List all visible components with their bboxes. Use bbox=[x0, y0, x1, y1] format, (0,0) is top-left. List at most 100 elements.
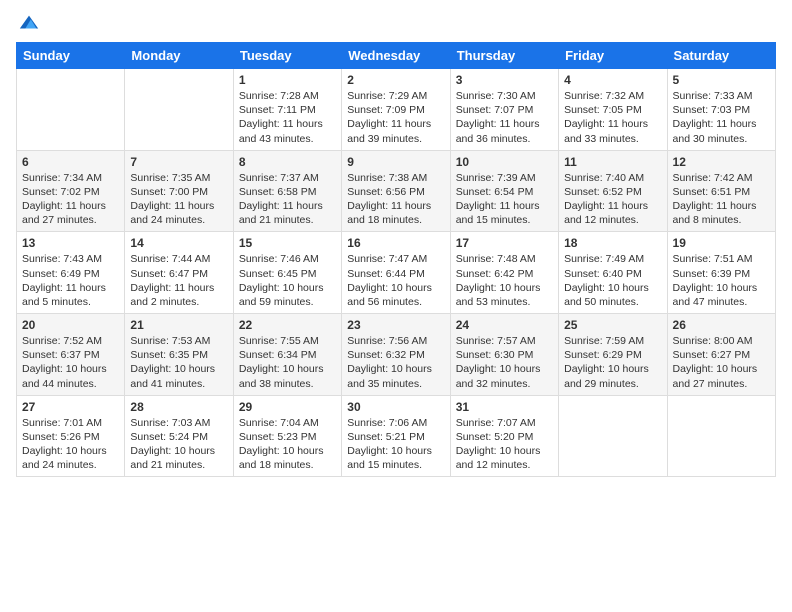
calendar-cell: 26 Sunrise: 8:00 AM Sunset: 6:27 PM Dayli… bbox=[667, 314, 775, 396]
day-info: Sunrise: 7:47 AM Sunset: 6:44 PM Dayligh… bbox=[347, 252, 444, 309]
calendar-cell bbox=[667, 395, 775, 477]
calendar-cell: 28Sunrise: 7:03 AM Sunset: 5:24 PM Dayli… bbox=[125, 395, 233, 477]
calendar-cell: 29 Sunrise: 7:04 AM Sunset: 5:23 PM Dayli… bbox=[233, 395, 341, 477]
day-number: 7 bbox=[130, 155, 227, 169]
day-info: Sunrise: 7:37 AM Sunset: 6:58 PM Dayligh… bbox=[239, 171, 336, 228]
day-number: 15 bbox=[239, 236, 336, 250]
day-info: Sunrise: 7:32 AM Sunset: 7:05 PM Dayligh… bbox=[564, 89, 661, 146]
day-number: 29 bbox=[239, 400, 336, 414]
calendar-cell: 30 Sunrise: 7:06 AM Sunset: 5:21 PM Dayli… bbox=[342, 395, 450, 477]
calendar-cell: 3 Sunrise: 7:30 AM Sunset: 7:07 PM Daylig… bbox=[450, 69, 558, 151]
calendar-week-row: 13 Sunrise: 7:43 AM Sunset: 6:49 PM Dayli… bbox=[17, 232, 776, 314]
calendar-cell: 7 Sunrise: 7:35 AM Sunset: 7:00 PM Daylig… bbox=[125, 150, 233, 232]
calendar-week-row: 27Sunrise: 7:01 AM Sunset: 5:26 PM Dayli… bbox=[17, 395, 776, 477]
calendar-cell: 15 Sunrise: 7:46 AM Sunset: 6:45 PM Dayli… bbox=[233, 232, 341, 314]
day-number: 18 bbox=[564, 236, 661, 250]
day-info: Sunrise: 7:56 AM Sunset: 6:32 PM Dayligh… bbox=[347, 334, 444, 391]
calendar-cell: 6 Sunrise: 7:34 AM Sunset: 7:02 PM Daylig… bbox=[17, 150, 125, 232]
calendar-table: SundayMondayTuesdayWednesdayThursdayFrid… bbox=[16, 42, 776, 477]
day-number: 11 bbox=[564, 155, 661, 169]
calendar-cell: 16 Sunrise: 7:47 AM Sunset: 6:44 PM Dayli… bbox=[342, 232, 450, 314]
day-info: Sunrise: 8:00 AM Sunset: 6:27 PM Dayligh… bbox=[673, 334, 770, 391]
calendar-cell: 18 Sunrise: 7:49 AM Sunset: 6:40 PM Dayli… bbox=[559, 232, 667, 314]
day-number: 4 bbox=[564, 73, 661, 87]
day-info: Sunrise: 7:51 AM Sunset: 6:39 PM Dayligh… bbox=[673, 252, 770, 309]
day-number: 21 bbox=[130, 318, 227, 332]
day-number: 6 bbox=[22, 155, 119, 169]
calendar-cell: 5Sunrise: 7:33 AM Sunset: 7:03 PM Daylig… bbox=[667, 69, 775, 151]
day-number: 31 bbox=[456, 400, 553, 414]
day-number: 12 bbox=[673, 155, 770, 169]
day-info: Sunrise: 7:06 AM Sunset: 5:21 PM Dayligh… bbox=[347, 416, 444, 473]
weekday-header: Friday bbox=[559, 43, 667, 69]
calendar-header-row: SundayMondayTuesdayWednesdayThursdayFrid… bbox=[17, 43, 776, 69]
day-number: 9 bbox=[347, 155, 444, 169]
day-number: 2 bbox=[347, 73, 444, 87]
day-info: Sunrise: 7:40 AM Sunset: 6:52 PM Dayligh… bbox=[564, 171, 661, 228]
day-info: Sunrise: 7:29 AM Sunset: 7:09 PM Dayligh… bbox=[347, 89, 444, 146]
day-info: Sunrise: 7:49 AM Sunset: 6:40 PM Dayligh… bbox=[564, 252, 661, 309]
day-info: Sunrise: 7:59 AM Sunset: 6:29 PM Dayligh… bbox=[564, 334, 661, 391]
page: SundayMondayTuesdayWednesdayThursdayFrid… bbox=[0, 0, 792, 485]
calendar-cell: 24 Sunrise: 7:57 AM Sunset: 6:30 PM Dayli… bbox=[450, 314, 558, 396]
day-info: Sunrise: 7:35 AM Sunset: 7:00 PM Dayligh… bbox=[130, 171, 227, 228]
calendar-cell: 2 Sunrise: 7:29 AM Sunset: 7:09 PM Daylig… bbox=[342, 69, 450, 151]
day-info: Sunrise: 7:07 AM Sunset: 5:20 PM Dayligh… bbox=[456, 416, 553, 473]
day-number: 13 bbox=[22, 236, 119, 250]
calendar-week-row: 6 Sunrise: 7:34 AM Sunset: 7:02 PM Daylig… bbox=[17, 150, 776, 232]
day-info: Sunrise: 7:55 AM Sunset: 6:34 PM Dayligh… bbox=[239, 334, 336, 391]
day-number: 16 bbox=[347, 236, 444, 250]
day-info: Sunrise: 7:38 AM Sunset: 6:56 PM Dayligh… bbox=[347, 171, 444, 228]
calendar-cell: 20Sunrise: 7:52 AM Sunset: 6:37 PM Dayli… bbox=[17, 314, 125, 396]
day-number: 28 bbox=[130, 400, 227, 414]
calendar-cell: 23 Sunrise: 7:56 AM Sunset: 6:32 PM Dayli… bbox=[342, 314, 450, 396]
day-info: Sunrise: 7:53 AM Sunset: 6:35 PM Dayligh… bbox=[130, 334, 227, 391]
day-info: Sunrise: 7:46 AM Sunset: 6:45 PM Dayligh… bbox=[239, 252, 336, 309]
calendar-cell: 27Sunrise: 7:01 AM Sunset: 5:26 PM Dayli… bbox=[17, 395, 125, 477]
day-number: 14 bbox=[130, 236, 227, 250]
calendar-cell: 8 Sunrise: 7:37 AM Sunset: 6:58 PM Daylig… bbox=[233, 150, 341, 232]
day-info: Sunrise: 7:39 AM Sunset: 6:54 PM Dayligh… bbox=[456, 171, 553, 228]
day-number: 27 bbox=[22, 400, 119, 414]
calendar-cell: 10Sunrise: 7:39 AM Sunset: 6:54 PM Dayli… bbox=[450, 150, 558, 232]
calendar-cell bbox=[559, 395, 667, 477]
day-number: 30 bbox=[347, 400, 444, 414]
calendar-cell: 22 Sunrise: 7:55 AM Sunset: 6:34 PM Dayli… bbox=[233, 314, 341, 396]
weekday-header: Tuesday bbox=[233, 43, 341, 69]
header bbox=[16, 12, 776, 34]
logo bbox=[16, 12, 40, 34]
calendar-cell: 11 Sunrise: 7:40 AM Sunset: 6:52 PM Dayli… bbox=[559, 150, 667, 232]
day-info: Sunrise: 7:34 AM Sunset: 7:02 PM Dayligh… bbox=[22, 171, 119, 228]
day-number: 3 bbox=[456, 73, 553, 87]
calendar-week-row: 20Sunrise: 7:52 AM Sunset: 6:37 PM Dayli… bbox=[17, 314, 776, 396]
calendar-week-row: 1Sunrise: 7:28 AM Sunset: 7:11 PM Daylig… bbox=[17, 69, 776, 151]
day-number: 19 bbox=[673, 236, 770, 250]
day-info: Sunrise: 7:43 AM Sunset: 6:49 PM Dayligh… bbox=[22, 252, 119, 309]
day-info: Sunrise: 7:30 AM Sunset: 7:07 PM Dayligh… bbox=[456, 89, 553, 146]
calendar-cell: 14 Sunrise: 7:44 AM Sunset: 6:47 PM Dayli… bbox=[125, 232, 233, 314]
day-info: Sunrise: 7:57 AM Sunset: 6:30 PM Dayligh… bbox=[456, 334, 553, 391]
calendar-cell: 1Sunrise: 7:28 AM Sunset: 7:11 PM Daylig… bbox=[233, 69, 341, 151]
weekday-header: Monday bbox=[125, 43, 233, 69]
calendar-cell: 9 Sunrise: 7:38 AM Sunset: 6:56 PM Daylig… bbox=[342, 150, 450, 232]
calendar-cell: 19 Sunrise: 7:51 AM Sunset: 6:39 PM Dayli… bbox=[667, 232, 775, 314]
weekday-header: Thursday bbox=[450, 43, 558, 69]
day-info: Sunrise: 7:04 AM Sunset: 5:23 PM Dayligh… bbox=[239, 416, 336, 473]
day-number: 24 bbox=[456, 318, 553, 332]
calendar-cell: 21 Sunrise: 7:53 AM Sunset: 6:35 PM Dayli… bbox=[125, 314, 233, 396]
day-number: 8 bbox=[239, 155, 336, 169]
day-number: 23 bbox=[347, 318, 444, 332]
day-info: Sunrise: 7:48 AM Sunset: 6:42 PM Dayligh… bbox=[456, 252, 553, 309]
day-number: 20 bbox=[22, 318, 119, 332]
calendar-cell: 12Sunrise: 7:42 AM Sunset: 6:51 PM Dayli… bbox=[667, 150, 775, 232]
day-info: Sunrise: 7:44 AM Sunset: 6:47 PM Dayligh… bbox=[130, 252, 227, 309]
day-number: 25 bbox=[564, 318, 661, 332]
day-number: 22 bbox=[239, 318, 336, 332]
calendar-cell bbox=[125, 69, 233, 151]
calendar-cell: 13 Sunrise: 7:43 AM Sunset: 6:49 PM Dayli… bbox=[17, 232, 125, 314]
day-info: Sunrise: 7:33 AM Sunset: 7:03 PM Dayligh… bbox=[673, 89, 770, 146]
calendar-cell: 17Sunrise: 7:48 AM Sunset: 6:42 PM Dayli… bbox=[450, 232, 558, 314]
logo-icon bbox=[18, 12, 40, 34]
weekday-header: Saturday bbox=[667, 43, 775, 69]
day-number: 26 bbox=[673, 318, 770, 332]
